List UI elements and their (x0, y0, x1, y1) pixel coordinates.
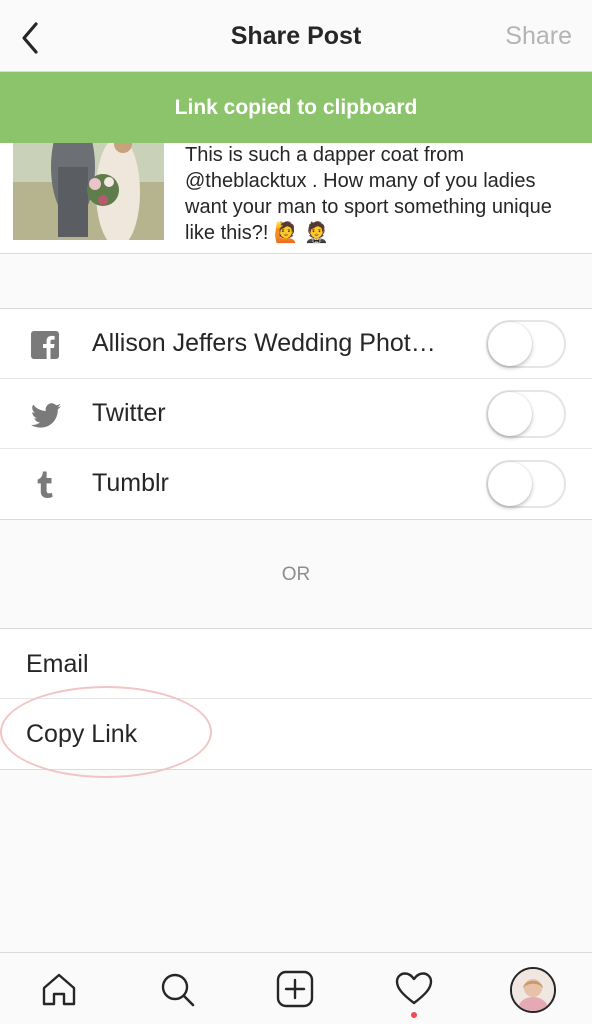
share-row-tumblr: Tumblr (0, 449, 592, 519)
or-divider: OR (281, 564, 311, 585)
home-icon (42, 973, 76, 1006)
post-caption: This is such a dapper coat from @theblac… (185, 144, 552, 244)
share-post-screen: Share Post Share This is such a dapper c… (0, 0, 592, 1024)
nav-header: Share Post Share (0, 0, 592, 72)
twitter-toggle[interactable] (486, 390, 566, 438)
email-label: Email (26, 650, 89, 678)
twitter-label: Twitter (92, 399, 166, 427)
profile-avatar[interactable] (510, 967, 556, 1013)
social-share-list: Allison Jeffers Wedding Phot… Twitter Tu… (0, 308, 592, 520)
facebook-toggle[interactable] (486, 320, 566, 368)
tumblr-toggle[interactable] (486, 460, 566, 508)
clipboard-toast: Link copied to clipboard (0, 72, 592, 143)
activity-notification-dot (411, 1012, 417, 1018)
tumblr-label: Tumblr (92, 469, 169, 497)
facebook-account-label: Allison Jeffers Wedding Phot… (92, 329, 436, 357)
twitter-icon (30, 400, 61, 430)
activity-tab[interactable] (394, 969, 434, 1009)
copy-link-option[interactable]: Copy Link (0, 699, 592, 769)
tumblr-icon (30, 470, 60, 500)
share-button[interactable]: Share (505, 22, 572, 51)
new-post-icon (276, 970, 314, 1008)
new-post-tab[interactable] (275, 969, 315, 1009)
share-row-facebook: Allison Jeffers Wedding Phot… (0, 309, 592, 379)
facebook-icon (30, 330, 60, 360)
home-tab[interactable] (39, 969, 79, 1009)
search-icon (161, 973, 195, 1007)
page-title: Share Post (230, 22, 362, 50)
email-option[interactable]: Email (0, 629, 592, 699)
share-row-twitter: Twitter (0, 379, 592, 449)
bottom-tab-bar (0, 952, 592, 1024)
activity-heart-icon (395, 972, 433, 1005)
copy-link-label: Copy Link (26, 720, 138, 748)
search-tab[interactable] (157, 969, 197, 1009)
share-actions-list: Email Copy Link (0, 628, 592, 770)
